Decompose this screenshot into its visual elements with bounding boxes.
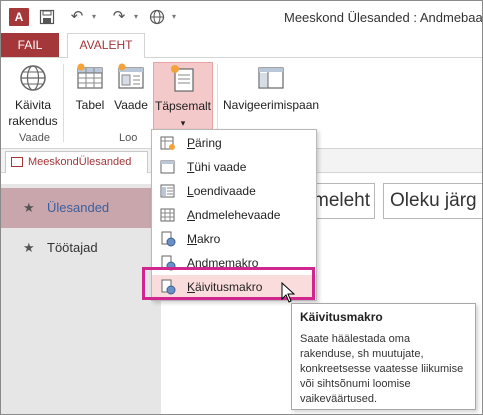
redo-dropdown-icon[interactable]: ▾ xyxy=(131,10,141,24)
redo-icon[interactable]: ↷ xyxy=(109,7,129,27)
nav-item-label: Töötajad xyxy=(47,240,98,255)
navigation-pane-label: Navigeerimispaan xyxy=(223,98,320,112)
tab-home[interactable]: AVALEHT xyxy=(67,33,145,58)
view-button[interactable]: Vaade xyxy=(111,62,151,134)
customize-qat-icon[interactable]: ▾ xyxy=(169,10,179,24)
view-field-2[interactable]: Oleku järg xyxy=(383,183,482,219)
launch-app-label-2: rakendus xyxy=(8,114,58,128)
menu-item-macro[interactable]: Makro xyxy=(152,227,316,251)
macro-icon xyxy=(161,231,176,247)
query-icon xyxy=(160,136,175,150)
table-icon xyxy=(11,157,23,167)
table-button[interactable]: Tabel xyxy=(71,62,109,134)
table-icon xyxy=(77,63,103,89)
access-app-icon[interactable]: A xyxy=(9,8,29,26)
table-label: Tabel xyxy=(75,98,105,112)
tooltip-body: Saate häälestada oma rakenduse, sh muutu… xyxy=(300,333,464,405)
view-icon xyxy=(118,63,144,89)
group-label-view: Vaade xyxy=(19,132,50,144)
save-icon[interactable] xyxy=(37,7,57,27)
list-view-icon xyxy=(160,184,175,198)
undo-dropdown-icon[interactable]: ▾ xyxy=(89,10,99,24)
star-icon: ★ xyxy=(23,240,35,255)
window-title: Meeskond Ülesanded : Andmebaas xyxy=(284,10,483,25)
tooltip: Käivitusmakro Saate häälestada oma raken… xyxy=(291,303,476,410)
globe-icon xyxy=(20,65,46,91)
ribbon-separator xyxy=(63,64,64,142)
navigation-pane-button[interactable]: Navigeerimispaan xyxy=(223,62,319,134)
launch-app-button[interactable]: Käivita rakendus xyxy=(7,62,59,134)
launch-app-label-1: Käivita xyxy=(14,98,52,112)
chevron-down-icon: ▾ xyxy=(180,118,186,128)
menu-item-label: Loendivaade xyxy=(187,184,256,198)
star-icon: ★ xyxy=(23,200,35,215)
advanced-icon xyxy=(171,65,194,92)
tooltip-title: Käivitusmakro xyxy=(300,310,383,324)
mouse-cursor-icon xyxy=(281,282,296,303)
menu-item-datasheet-view[interactable]: Andmelehevaade xyxy=(152,203,316,227)
tab-file[interactable]: FAIL xyxy=(1,33,59,57)
menu-item-label: Päring xyxy=(187,136,222,150)
menu-item-label: Tühi vaade xyxy=(187,160,247,174)
group-label-create: Loo xyxy=(119,132,138,144)
document-tab[interactable]: MeeskondÜlesanded xyxy=(5,151,148,173)
menu-item-query[interactable]: Päring xyxy=(152,131,316,155)
datasheet-view-icon xyxy=(160,208,175,222)
menu-item-blank-view[interactable]: Tühi vaade xyxy=(152,155,316,179)
menu-item-label: Andmelehevaade xyxy=(187,208,281,222)
globe-icon[interactable] xyxy=(147,7,167,27)
blank-view-icon xyxy=(160,160,175,174)
navigation-pane: ★ Ülesanded ★ Töötajad xyxy=(1,184,161,414)
menu-item-list-view[interactable]: Loendivaade xyxy=(152,179,316,203)
nav-item-employees[interactable]: ★ Töötajad xyxy=(1,228,161,268)
nav-item-label: Ülesanded xyxy=(47,200,110,215)
ribbon-tabs: FAIL AVALEHT xyxy=(1,33,482,58)
document-tab-label: MeeskondÜlesanded xyxy=(28,156,132,168)
view-label: Vaade xyxy=(114,98,148,112)
title-bar: A ↶ ▾ ↷ ▾ ▾ Meeskond Ülesanded : Andmeba… xyxy=(1,1,483,33)
menu-item-label: Makro xyxy=(187,232,221,246)
undo-icon[interactable]: ↶ xyxy=(67,7,87,27)
app-window: A ↶ ▾ ↷ ▾ ▾ Meeskond Ülesanded : Andmeba… xyxy=(0,0,483,415)
nav-item-tasks[interactable]: ★ Ülesanded xyxy=(1,188,161,228)
advanced-label: Täpsemalt xyxy=(154,99,212,113)
navigation-pane-icon xyxy=(258,67,284,89)
